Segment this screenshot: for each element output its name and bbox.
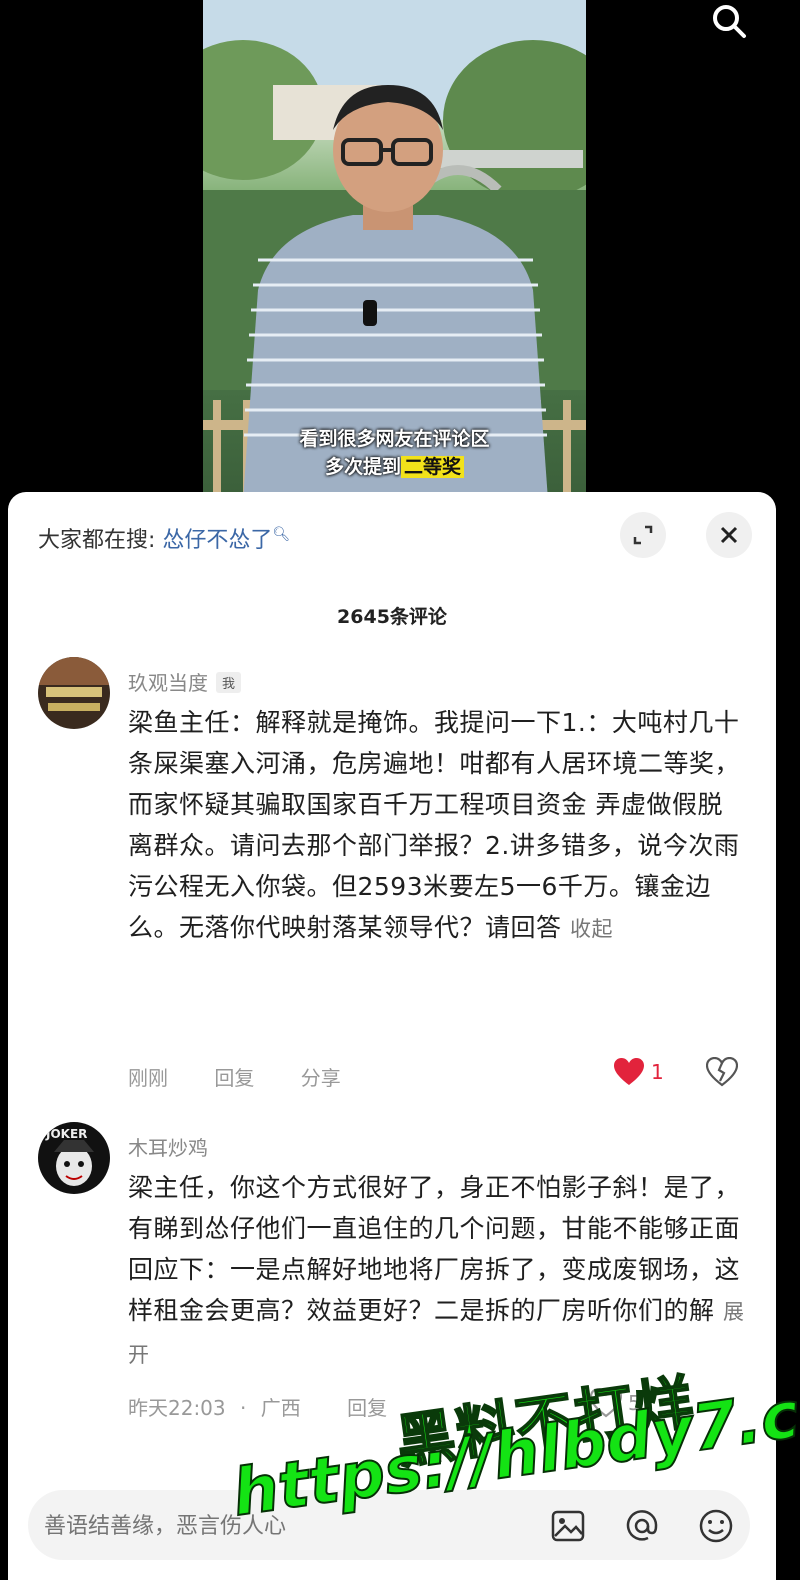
like-button[interactable]: 1 <box>613 1057 664 1087</box>
reply-button[interactable]: 回复 <box>214 1066 254 1090</box>
search-label: 大家都在搜: <box>38 528 156 553</box>
everyone-searching[interactable]: 大家都在搜: 怂仔不怂了🔍︎ <box>38 522 290 554</box>
image-button[interactable] <box>548 1506 588 1546</box>
like-count: 1 <box>651 1060 664 1084</box>
share-button[interactable]: 分享 <box>301 1066 341 1090</box>
emoji-button[interactable] <box>696 1506 736 1546</box>
comment-username[interactable]: 木耳炒鸡 <box>128 1132 208 1161</box>
close-icon <box>720 526 738 544</box>
video-area[interactable]: 看到很多网友在评论区 多次提到 二等奖 <box>0 0 800 500</box>
video-caption-prefix: 多次提到 <box>324 456 401 478</box>
comment-text: 梁鱼主任：解释就是掩饰。我提问一下1.：大吨村几十条屎渠塞入河涌，危房遍地！咁都… <box>128 702 748 950</box>
like-count: 5 <box>628 1391 641 1415</box>
expand-button[interactable] <box>620 512 666 558</box>
panel-top-bar: 大家都在搜: 怂仔不怂了🔍︎ <box>8 492 776 572</box>
like-button[interactable]: 5 <box>590 1388 641 1418</box>
comment-time: 刚刚 <box>128 1066 168 1090</box>
avatar-image: JOKER <box>38 1122 110 1194</box>
at-icon <box>626 1510 658 1541</box>
small-search-icon: 🔍︎ <box>272 526 291 543</box>
video-caption-line2: 多次提到 二等奖 <box>203 452 586 479</box>
collapse-link[interactable]: 收起 <box>570 917 613 941</box>
broken-heart-icon <box>705 1056 739 1087</box>
svg-text:JOKER: JOKER <box>45 1127 87 1141</box>
comment-body: 梁主任，你这个方式很好了，身正不怕影子斜！是了，有睇到怂仔他们一直追住的几个问题… <box>128 1173 741 1325</box>
comment-time: 昨天22:03 <box>128 1396 226 1420</box>
heart-icon <box>614 1058 644 1085</box>
avatar[interactable]: JOKER <box>38 1122 110 1194</box>
image-icon <box>551 1510 585 1542</box>
comment-meta: 刚刚 回复 分享 <box>128 1062 381 1091</box>
search-term-link[interactable]: 怂仔不怂了 <box>162 528 272 553</box>
search-icon <box>713 5 746 38</box>
avatar-image <box>38 657 110 729</box>
heart-outline-icon <box>590 1388 622 1418</box>
video-caption-line1: 看到很多网友在评论区 <box>299 428 490 450</box>
expand-icon <box>633 525 653 545</box>
comment-input[interactable] <box>42 1490 516 1562</box>
comment-count: 2645条评论 <box>337 606 447 628</box>
comment-text: 梁主任，你这个方式很好了，身正不怕影子斜！是了，有睇到怂仔他们一直追住的几个问题… <box>128 1167 748 1376</box>
close-button[interactable] <box>706 512 752 558</box>
dislike-button[interactable] <box>705 1056 739 1091</box>
comment-input-bar <box>8 1480 776 1580</box>
comment-location: 广西 <box>260 1396 301 1420</box>
avatar[interactable] <box>38 657 110 729</box>
comment-username[interactable]: 玖观当度我 <box>128 667 242 696</box>
dot-separator: · <box>240 1396 247 1420</box>
top-search-button[interactable] <box>708 2 752 42</box>
username-text[interactable]: 玖观当度 <box>128 671 208 695</box>
comment-meta: 昨天22:03 · 广西 回复 <box>128 1392 427 1421</box>
comment-input-box[interactable] <box>28 1490 750 1562</box>
video-caption-highlight: 二等奖 <box>401 456 465 478</box>
comment-panel: 大家都在搜: 怂仔不怂了🔍︎ 2645条评论 玖观当度 我 梁鱼主任：解释就是掩… <box>8 492 776 1580</box>
mention-button[interactable] <box>622 1506 662 1546</box>
video-frame[interactable]: 看到很多网友在评论区 多次提到 二等奖 <box>203 0 586 500</box>
reply-button[interactable]: 回复 <box>347 1396 387 1420</box>
comment-body: 梁鱼主任：解释就是掩饰。我提问一下1.：大吨村几十条屎渠塞入河涌，危房遍地！咁都… <box>128 708 741 942</box>
me-badge: 我 <box>216 672 242 693</box>
emoji-icon <box>699 1509 733 1543</box>
